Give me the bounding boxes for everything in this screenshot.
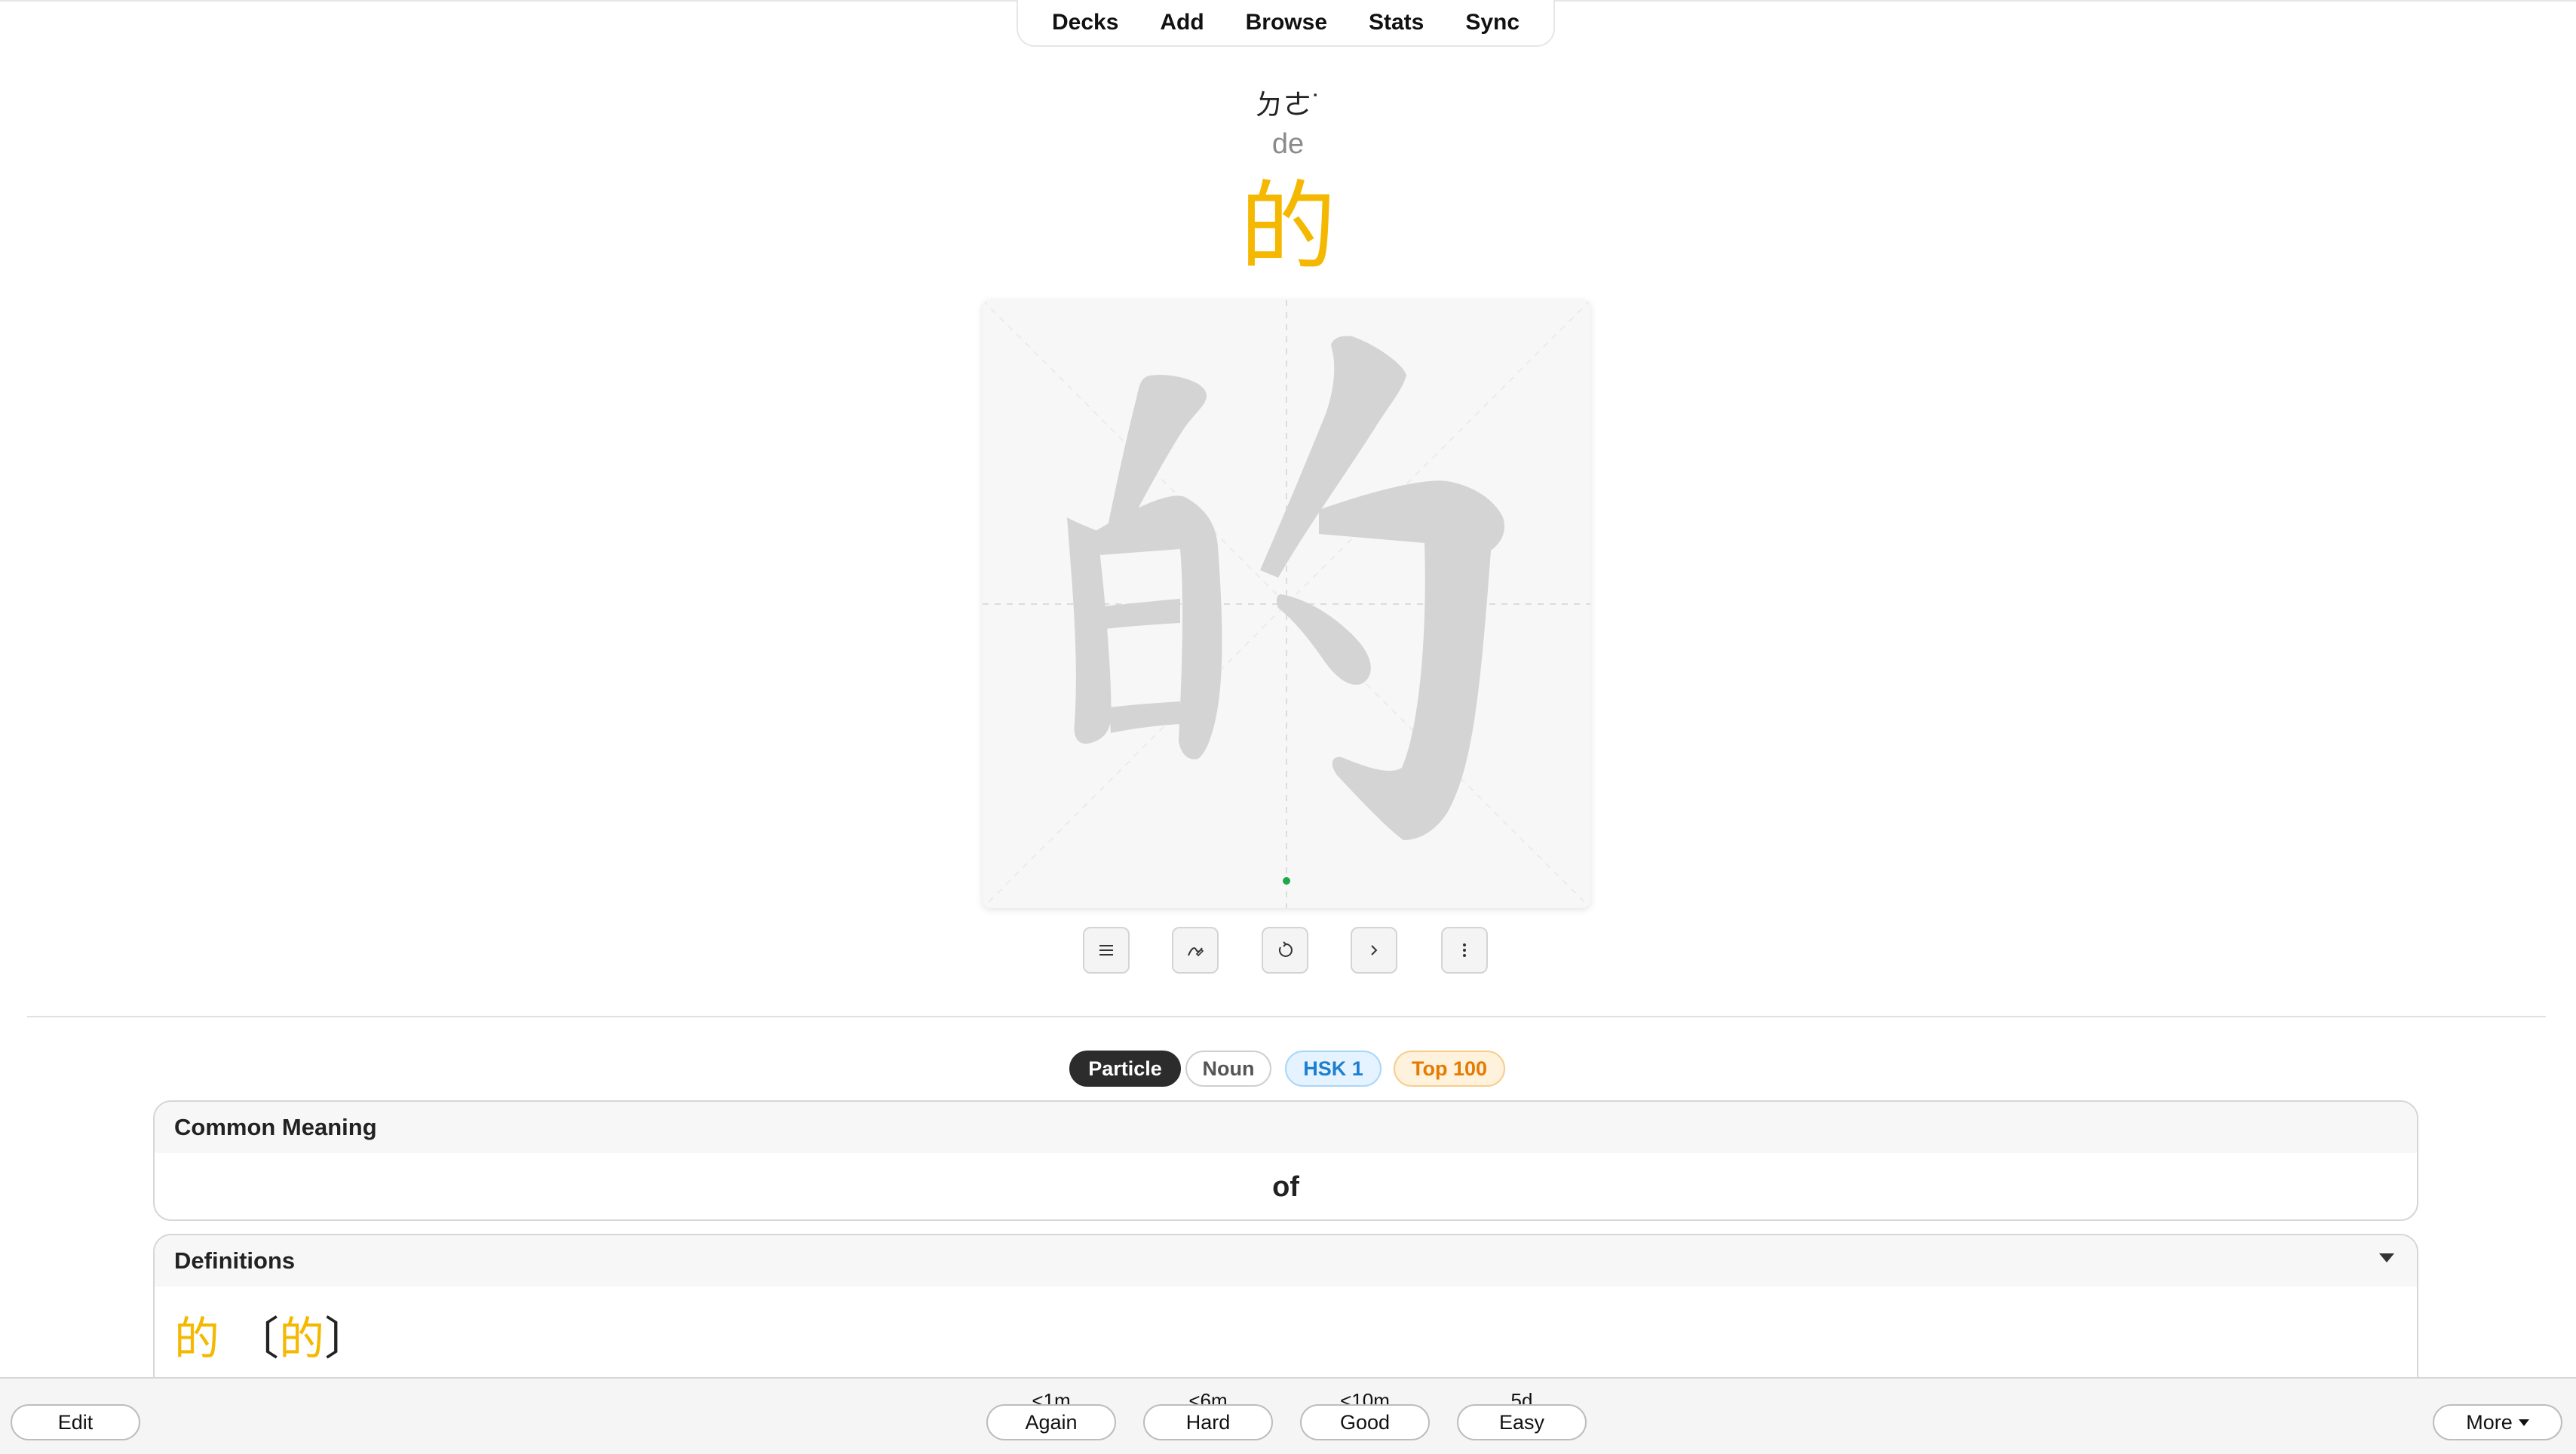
stroke-6 — [1260, 336, 1406, 578]
pinyin-reading: de — [1271, 128, 1305, 160]
definition-character: 的 — [174, 1313, 219, 1366]
definitions-header[interactable]: Definitions — [155, 1235, 2417, 1287]
caret-down-icon[interactable] — [2379, 1253, 2394, 1262]
more-button[interactable]: More — [2433, 1404, 2562, 1440]
stroke-start-dot — [1283, 877, 1290, 885]
definition-entry-heading: 的 〔的〕 — [174, 1311, 370, 1368]
tag-noun[interactable]: Noun — [1185, 1051, 1271, 1087]
quiz-draw-button[interactable] — [1172, 927, 1219, 974]
easy-button[interactable]: Easy — [1457, 1404, 1587, 1440]
chevron-right-icon — [1371, 945, 1378, 956]
nav-add[interactable]: Add — [1152, 7, 1211, 38]
section-divider — [27, 1016, 2546, 1017]
tag-frequency[interactable]: Top 100 — [1394, 1051, 1505, 1087]
refresh-icon — [1278, 941, 1293, 957]
review-screen: Decks Add Browse Stats Sync ㄉㄜ˙ de 的 Par… — [0, 0, 2576, 1454]
stroke-writer-canvas — [983, 300, 1590, 908]
replay-animation-button[interactable] — [1262, 927, 1308, 974]
common-meaning-panel: Common Meaning of — [153, 1100, 2418, 1221]
bracket-open: 〔 — [234, 1313, 280, 1366]
stroke-8 — [1276, 594, 1371, 685]
stroke-5 — [1109, 701, 1180, 733]
stroke-4 — [1103, 599, 1180, 629]
hard-button[interactable]: Hard — [1143, 1404, 1273, 1440]
next-stroke-button[interactable] — [1351, 927, 1397, 974]
caret-down-icon — [2518, 1419, 2529, 1426]
tag-particle[interactable]: Particle — [1069, 1051, 1181, 1087]
more-vertical-icon — [1463, 943, 1466, 957]
review-bottom-bar: Edit <1m Again <6m Hard <10m Good 5d Eas… — [0, 1377, 2576, 1454]
common-meaning-header: Common Meaning — [155, 1102, 2417, 1153]
stroke-writer[interactable] — [983, 300, 1590, 908]
nav-stats[interactable]: Stats — [1361, 7, 1431, 38]
tag-hsk-level[interactable]: HSK 1 — [1285, 1051, 1382, 1087]
nav-sync[interactable]: Sync — [1458, 7, 1527, 38]
bracket-close: 〕 — [324, 1313, 370, 1366]
nav-browse[interactable]: Browse — [1238, 7, 1335, 38]
edit-button[interactable]: Edit — [11, 1404, 140, 1440]
top-nav: Decks Add Browse Stats Sync — [1017, 0, 1555, 47]
traditional-character: 的 — [279, 1313, 325, 1366]
more-button-label: More — [2466, 1410, 2513, 1434]
again-button[interactable]: Again — [986, 1404, 1116, 1440]
good-button[interactable]: Good — [1300, 1404, 1430, 1440]
writer-controls — [1083, 927, 1490, 974]
outline-toggle-button[interactable] — [1083, 927, 1130, 974]
common-meaning-text: of — [1272, 1171, 1299, 1203]
main-character: 的 — [1239, 171, 1336, 284]
zhuyin-reading: ㄉㄜ˙ — [1254, 90, 1322, 121]
writer-more-button[interactable] — [1441, 927, 1488, 974]
nav-decks[interactable]: Decks — [1044, 7, 1126, 38]
menu-icon — [1099, 945, 1113, 956]
common-meaning-title: Common Meaning — [174, 1114, 377, 1140]
definitions-title: Definitions — [174, 1247, 296, 1274]
draw-icon — [1188, 947, 1204, 957]
